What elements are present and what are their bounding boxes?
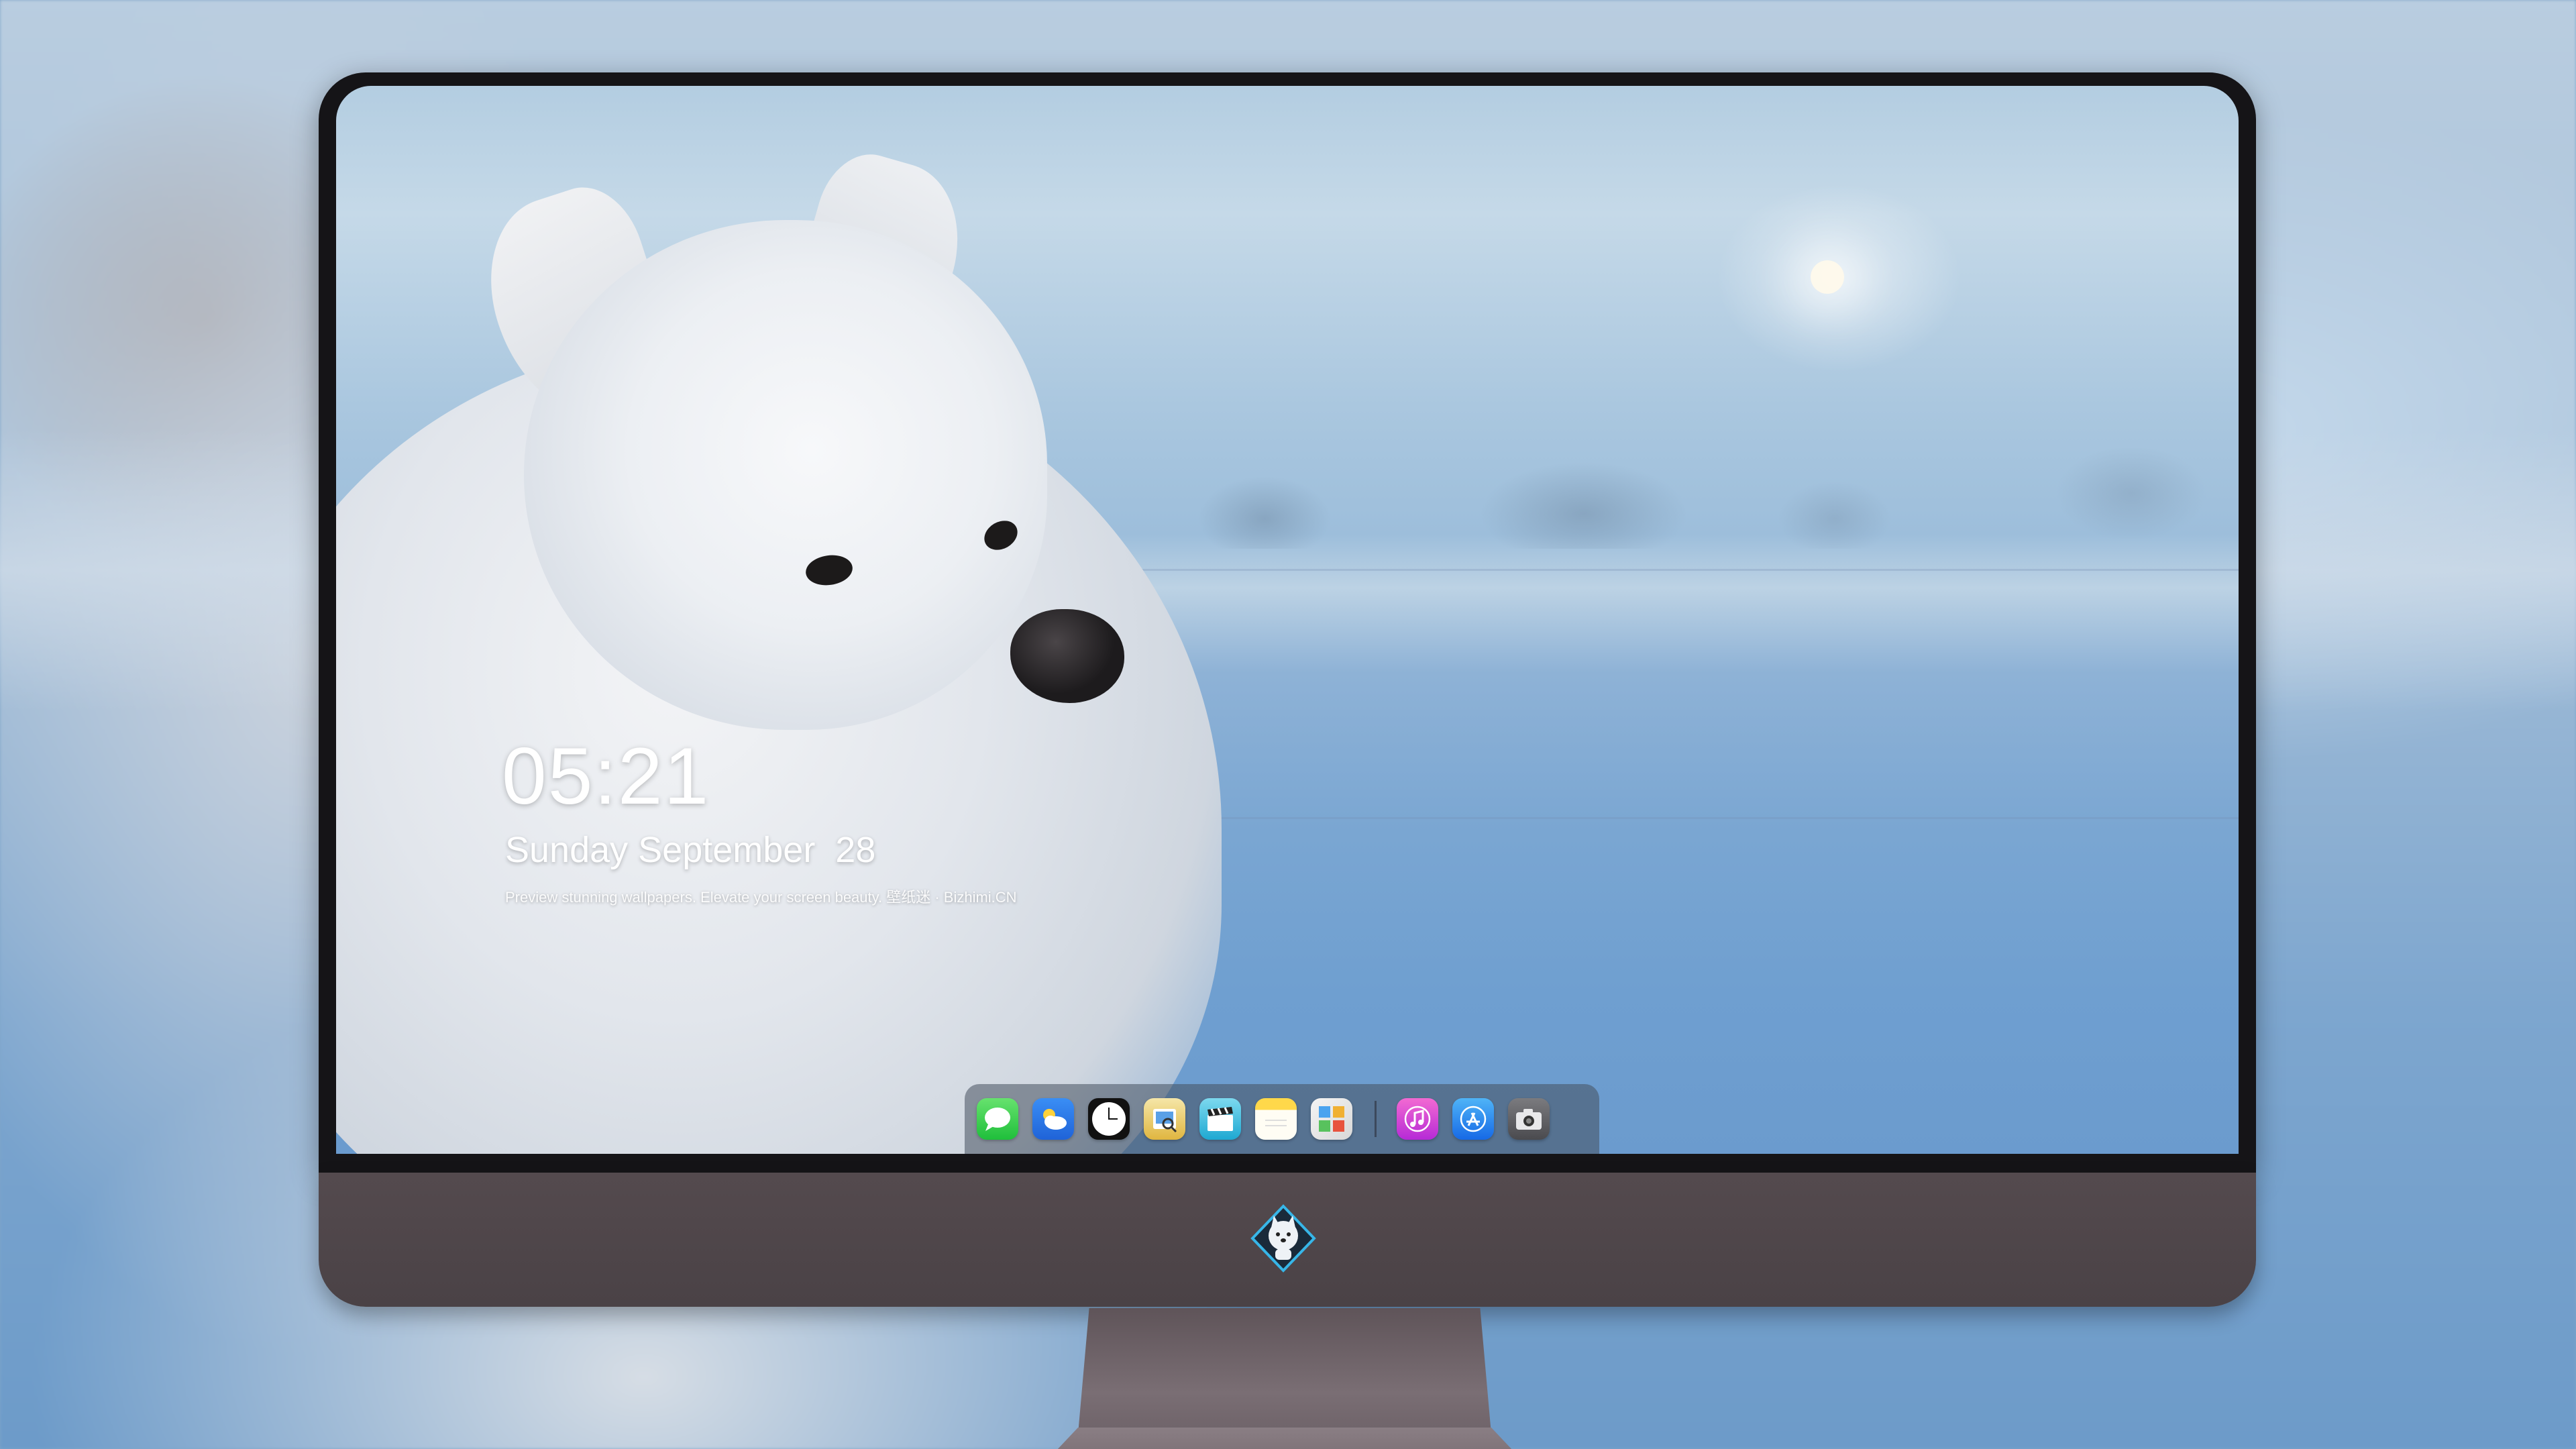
lockscreen-tagline: Preview stunning wallpapers. Elevate you… xyxy=(505,889,1017,906)
sun xyxy=(1811,260,1844,294)
camera-icon[interactable] xyxy=(1508,1098,1550,1140)
weather-icon[interactable] xyxy=(1032,1098,1074,1140)
music-note-icon[interactable] xyxy=(1397,1098,1438,1140)
lockscreen-date: Sunday September 28 xyxy=(505,830,876,870)
messages-icon[interactable] xyxy=(977,1098,1018,1140)
monitor: 05:21 Sunday September 28 Preview stunni… xyxy=(319,72,2256,1449)
snow-line xyxy=(1208,817,2239,819)
clock-face-icon xyxy=(1092,1102,1126,1136)
dog-nose xyxy=(1010,609,1124,703)
dock-separator xyxy=(1375,1101,1377,1137)
notes-icon[interactable] xyxy=(1255,1098,1297,1140)
dock xyxy=(965,1084,1599,1154)
dog-head xyxy=(524,220,1047,730)
screen-wallpaper: 05:21 Sunday September 28 Preview stunni… xyxy=(336,86,2239,1154)
monitor-bezel: 05:21 Sunday September 28 Preview stunni… xyxy=(319,72,2256,1173)
photos-icon[interactable] xyxy=(1311,1098,1352,1140)
lockscreen-time: 05:21 xyxy=(502,731,710,821)
app-store-icon[interactable] xyxy=(1452,1098,1494,1140)
clock-icon[interactable] xyxy=(1088,1098,1130,1140)
monitor-stand-base xyxy=(989,1428,1580,1449)
samoyed-mascot-logo-icon xyxy=(1248,1203,1318,1273)
samoyed-dog-image xyxy=(336,86,1342,1154)
clapperboard-icon[interactable] xyxy=(1199,1098,1241,1140)
preview-icon[interactable] xyxy=(1144,1098,1185,1140)
